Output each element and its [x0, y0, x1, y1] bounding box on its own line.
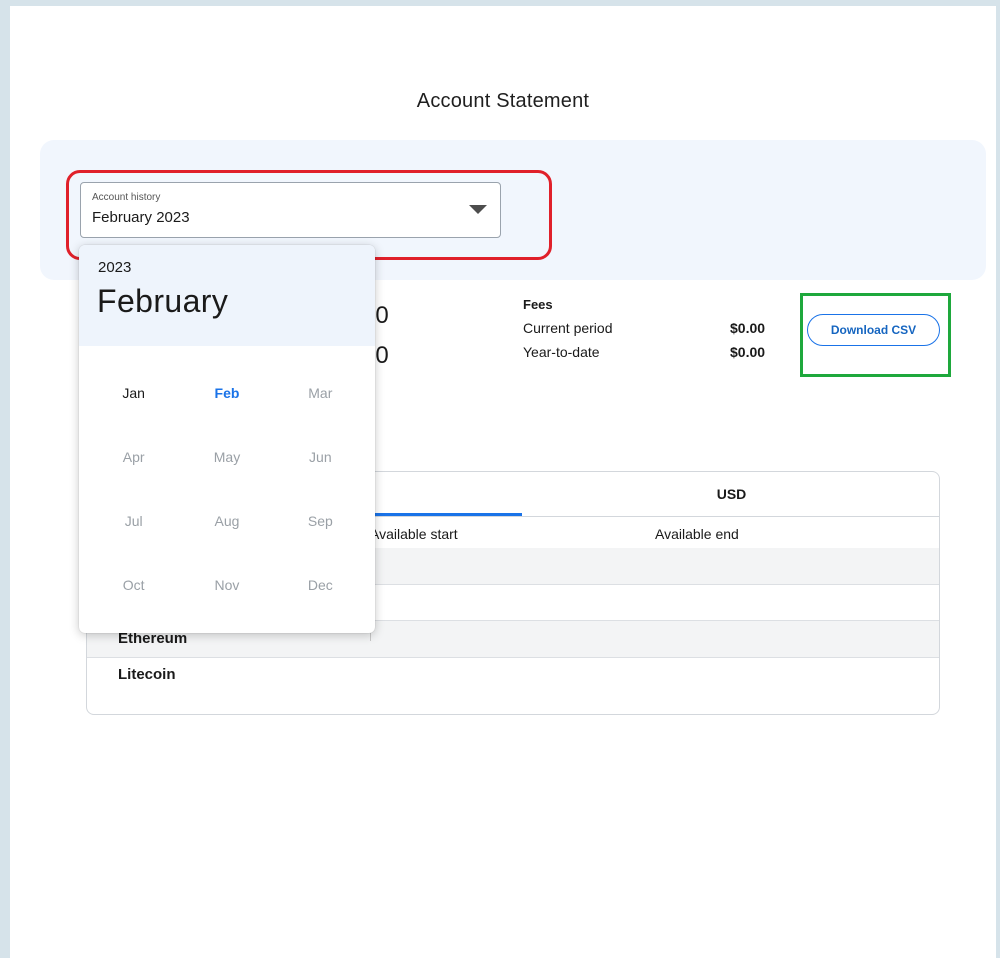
row-value-marker — [370, 633, 371, 641]
month-may: May — [213, 449, 241, 465]
highlight-annotation-green — [800, 293, 951, 377]
month-picker-year[interactable]: 2023 — [98, 259, 131, 276]
row-label-litecoin: Litecoin — [118, 666, 176, 683]
fees-title: Fees — [523, 297, 553, 312]
month-picker-selected-month: February — [97, 283, 229, 319]
month-grid: Jan Feb Mar Apr May Jun Jul Aug Sep Oct … — [87, 361, 367, 617]
page-title: Account Statement — [416, 90, 590, 112]
month-picker-popup: 2023 February Jan Feb Mar Apr May Jun Ju… — [79, 245, 375, 633]
tab-usd[interactable]: USD — [522, 472, 939, 516]
month-sep: Sep — [307, 513, 333, 529]
month-nov: Nov — [214, 577, 240, 593]
col-header-available-start: Available start — [370, 526, 458, 542]
month-feb[interactable]: Feb — [180, 361, 273, 425]
month-jun: Jun — [309, 449, 332, 465]
fees-ytd-label: Year-to-date — [523, 344, 600, 360]
month-mar: Mar — [308, 385, 333, 401]
fees-current-period-amount: $0.00 — [730, 320, 766, 336]
statement-page: Account Statement Account history Februa… — [10, 6, 996, 958]
fees-ytd-amount: $0.00 — [730, 344, 766, 360]
row-divider — [87, 657, 939, 658]
month-dec: Dec — [307, 577, 333, 593]
month-apr: Apr — [122, 449, 145, 465]
col-header-available-end: Available end — [655, 526, 739, 542]
month-oct: Oct — [122, 577, 145, 593]
fees-current-period-label: Current period — [523, 320, 613, 336]
month-aug: Aug — [214, 513, 240, 529]
month-jul: Jul — [124, 513, 143, 529]
month-picker-header: 2023 February — [79, 245, 375, 346]
month-jan[interactable]: Jan — [87, 361, 180, 425]
